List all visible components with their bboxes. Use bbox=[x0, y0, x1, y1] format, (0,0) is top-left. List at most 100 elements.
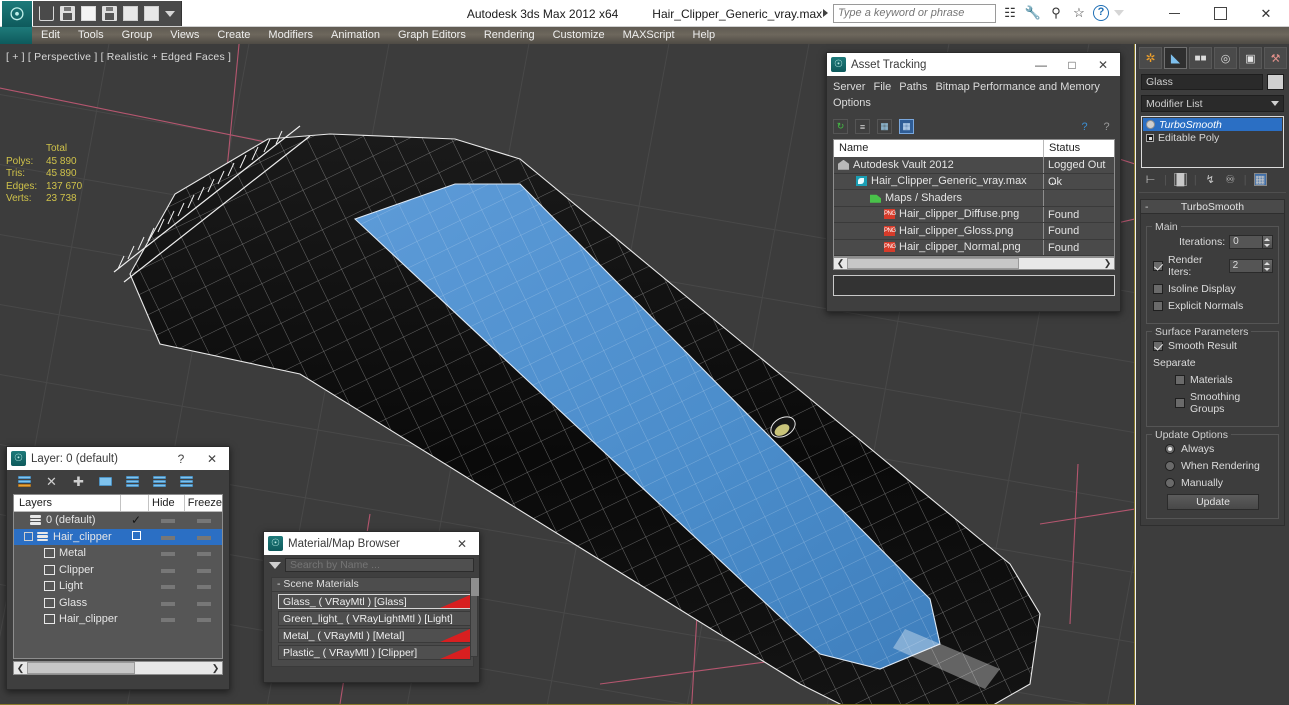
list-item[interactable]: Light bbox=[14, 578, 222, 595]
asset-tracking-minimize[interactable]: — bbox=[1028, 54, 1054, 76]
column-header-status[interactable]: Status bbox=[1044, 140, 1114, 157]
current-layer-checkmark[interactable] bbox=[122, 530, 150, 543]
motion-tab[interactable]: ◎ bbox=[1214, 47, 1237, 69]
group-collapse-icon[interactable]: - bbox=[277, 578, 281, 590]
object-name-field[interactable]: Glass bbox=[1141, 74, 1263, 90]
render-iters-spinner-arrows[interactable] bbox=[1262, 259, 1273, 273]
menu-item-edit[interactable]: Edit bbox=[32, 27, 69, 44]
table-row[interactable]: Autodesk Vault 2012 Logged Out ... bbox=[834, 157, 1114, 187]
grid-view-icon[interactable]: ▦ bbox=[899, 119, 914, 134]
hide-toggle[interactable] bbox=[150, 514, 186, 526]
layer-hscrollbar[interactable]: ❮ ❯ bbox=[13, 661, 223, 675]
at-menu-options[interactable]: Options bbox=[833, 97, 876, 109]
qat-dropdown-icon[interactable] bbox=[165, 10, 175, 17]
new-layer-icon[interactable] bbox=[17, 475, 32, 489]
table-row[interactable]: Hair_Clipper_Generic_vray.max Ok bbox=[834, 173, 1114, 190]
help-icon[interactable]: ? bbox=[1099, 119, 1114, 134]
asset-tracking-close[interactable]: ✕ bbox=[1090, 54, 1116, 76]
column-header-layers[interactable]: Layers bbox=[14, 495, 122, 511]
menu-item-create[interactable]: Create bbox=[208, 27, 259, 44]
modifier-stack-item[interactable]: TurboSmooth bbox=[1143, 118, 1282, 131]
hierarchy-tab[interactable]: ■■ bbox=[1189, 47, 1212, 69]
modifier-list-dropdown[interactable]: Modifier List bbox=[1141, 95, 1284, 112]
hide-toggle[interactable] bbox=[150, 580, 186, 592]
asset-tracking-titlebar[interactable]: ☉ Asset Tracking — □ ✕ bbox=[827, 53, 1120, 76]
menu-item-graph-editors[interactable]: Graph Editors bbox=[389, 27, 475, 44]
material-item[interactable]: Glass_ ( VRayMtl ) [Glass] bbox=[278, 594, 471, 609]
display-tab[interactable]: ▣ bbox=[1239, 47, 1262, 69]
thumbnail-view-icon[interactable]: ▦ bbox=[877, 119, 892, 134]
at-menu-server[interactable]: Server bbox=[833, 81, 870, 93]
isoline-display-checkbox[interactable] bbox=[1153, 284, 1163, 294]
freeze-toggle[interactable] bbox=[186, 547, 222, 559]
list-item[interactable]: Metal bbox=[14, 545, 222, 562]
redo-icon[interactable] bbox=[144, 6, 159, 21]
menu-item-customize[interactable]: Customize bbox=[544, 27, 614, 44]
scene-materials-group-header[interactable]: - Scene Materials bbox=[271, 577, 474, 592]
current-layer-checkmark[interactable]: ✓ bbox=[122, 513, 150, 527]
help-dropdown-icon[interactable] bbox=[1114, 10, 1124, 16]
list-item[interactable]: Hair_clipper bbox=[14, 528, 222, 545]
rollout-collapse-icon[interactable]: - bbox=[1145, 201, 1149, 213]
always-radio[interactable] bbox=[1165, 444, 1175, 454]
open-file-icon[interactable] bbox=[39, 6, 54, 21]
layer-dialog-close[interactable]: ✕ bbox=[199, 448, 225, 470]
table-row[interactable]: Maps / Shaders bbox=[834, 190, 1114, 207]
hide-toggle[interactable] bbox=[150, 613, 186, 625]
material-scroll-thumb[interactable] bbox=[471, 578, 479, 596]
object-color-swatch[interactable] bbox=[1267, 74, 1284, 90]
material-browser-titlebar[interactable]: ☉ Material/Map Browser ✕ bbox=[264, 532, 479, 555]
menu-item-maxscript[interactable]: MAXScript bbox=[614, 27, 684, 44]
create-tab[interactable]: ✲ bbox=[1139, 47, 1162, 69]
hide-toggle[interactable] bbox=[150, 531, 186, 543]
column-header-hide[interactable]: Hide bbox=[149, 495, 185, 511]
material-item[interactable]: Metal_ ( VRayMtl ) [Metal] bbox=[278, 628, 471, 643]
column-header-name[interactable]: Name bbox=[834, 140, 1044, 157]
freeze-toggle[interactable] bbox=[186, 580, 222, 592]
wrench-icon[interactable]: 🔧 bbox=[1024, 4, 1042, 22]
hide-toggle[interactable] bbox=[150, 564, 186, 576]
render-iters-value[interactable]: 2 bbox=[1228, 259, 1263, 273]
render-iters-checkbox[interactable] bbox=[1153, 261, 1163, 271]
star-icon[interactable]: ☆ bbox=[1070, 4, 1088, 22]
app-logo-icon[interactable]: ☉ bbox=[2, 1, 32, 27]
modifier-stack-item[interactable]: Editable Poly bbox=[1143, 131, 1282, 144]
modify-tab[interactable]: ◣ bbox=[1164, 47, 1187, 69]
list-item[interactable]: 0 (default) ✓ bbox=[14, 512, 222, 529]
material-browser-close[interactable]: ✕ bbox=[449, 533, 475, 555]
search-input[interactable] bbox=[833, 3, 996, 23]
add-layer-icon[interactable]: ✚ bbox=[71, 474, 86, 489]
freeze-toggle[interactable] bbox=[186, 514, 222, 526]
update-button[interactable]: Update bbox=[1167, 494, 1259, 510]
layer-grid[interactable]: Layers Hide Freeze 0 (default) ✓ Hair_clip… bbox=[13, 494, 223, 659]
viewport-label[interactable]: [ + ] [ Perspective ] [ Realistic + Edge… bbox=[6, 51, 231, 63]
layer-scroll-thumb[interactable] bbox=[27, 662, 135, 674]
asset-tracking-hscrollbar[interactable]: ❮ ❯ bbox=[833, 257, 1115, 270]
explicit-normals-checkbox[interactable] bbox=[1153, 301, 1163, 311]
new-window-icon[interactable] bbox=[81, 6, 96, 21]
material-vscrollbar[interactable] bbox=[470, 577, 479, 657]
list-item[interactable]: Clipper bbox=[14, 562, 222, 579]
smooth-result-checkbox[interactable] bbox=[1153, 341, 1163, 351]
utilities-tab[interactable]: ⚒ bbox=[1264, 47, 1287, 69]
close-button[interactable]: ✕ bbox=[1243, 0, 1289, 27]
smoothing-groups-checkbox[interactable] bbox=[1175, 398, 1185, 408]
rollout-header[interactable]: - TurboSmooth bbox=[1140, 199, 1285, 214]
material-map-browser-dialog[interactable]: ☉ Material/Map Browser ✕ - Scene Materia… bbox=[263, 531, 480, 683]
material-item[interactable]: Plastic_ ( VRayMtl ) [Clipper] bbox=[278, 645, 471, 660]
render-setup-icon[interactable] bbox=[102, 6, 117, 21]
at-menu-paths[interactable]: Paths bbox=[899, 81, 932, 93]
freeze-toggle[interactable] bbox=[186, 613, 222, 625]
scroll-right-icon[interactable]: ❯ bbox=[1101, 258, 1114, 269]
material-item[interactable]: Green_light_ ( VRayLightMtl ) [Light] bbox=[278, 611, 471, 626]
expand-toggle[interactable] bbox=[24, 532, 33, 542]
help-add-icon[interactable]: ? bbox=[1077, 119, 1092, 134]
asset-tracking-maximize[interactable]: □ bbox=[1059, 54, 1085, 76]
layer-scroll-right-icon[interactable]: ❯ bbox=[209, 663, 222, 674]
binoculars-icon[interactable]: ☷ bbox=[1001, 4, 1019, 22]
set-current-icon[interactable] bbox=[179, 475, 194, 489]
layer-dialog[interactable]: ☉ Layer: 0 (default) ? ✕ ✕ ✚ Layers Hide… bbox=[6, 446, 230, 690]
search-expand-icon[interactable] bbox=[823, 9, 828, 17]
material-search-input[interactable] bbox=[285, 558, 474, 572]
column-header-freeze[interactable]: Freeze bbox=[185, 495, 222, 511]
